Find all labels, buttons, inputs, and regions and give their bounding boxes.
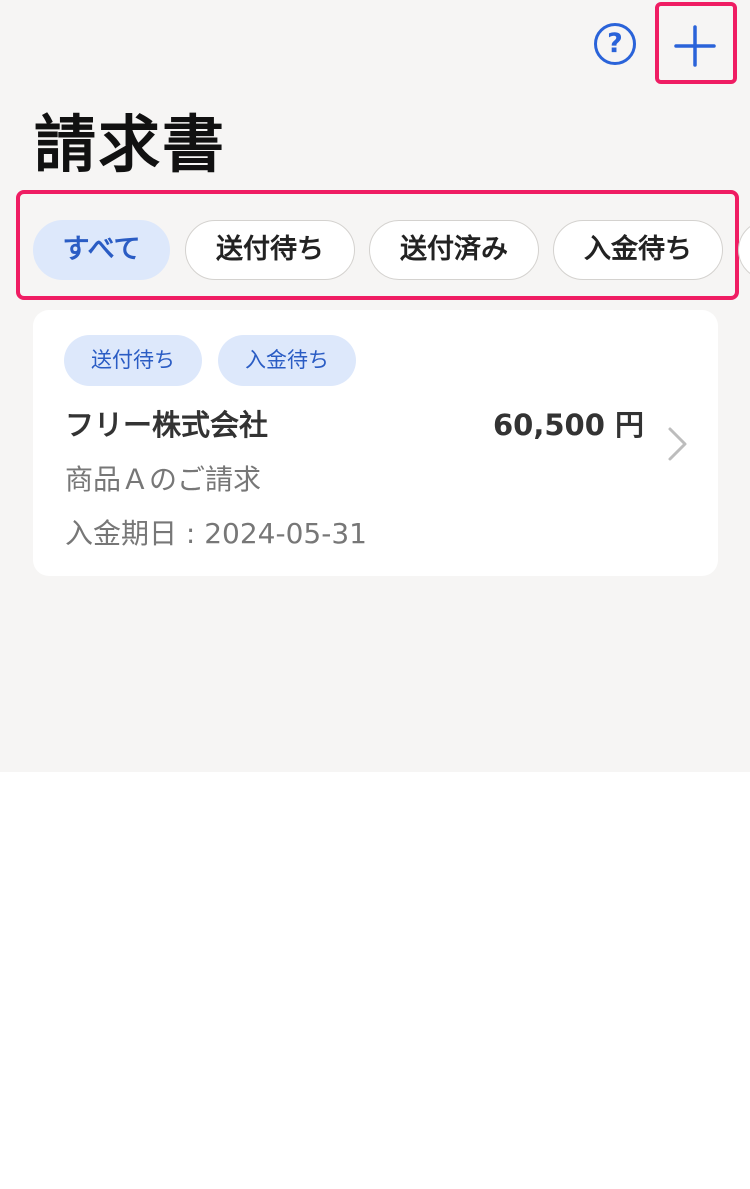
invoice-due-date: 入金期日 : 2024-05-31: [65, 517, 367, 550]
company-name: フリー株式会社: [65, 408, 269, 442]
filter-chip-sent[interactable]: 送付済み: [369, 220, 539, 280]
filter-chip-row[interactable]: すべて 送付待ち 送付済み 入金待ち: [0, 220, 750, 282]
page-title: 請求書: [34, 108, 227, 181]
invoice-subject: 商品Ａのご請求: [65, 463, 262, 496]
add-invoice-button[interactable]: [673, 24, 717, 68]
plus-icon: [674, 25, 716, 67]
chevron-right-icon: [668, 427, 687, 461]
filter-chip-waiting-send[interactable]: 送付待ち: [185, 220, 355, 280]
question-circle-icon: ?: [607, 28, 623, 59]
invoice-screen: ? 請求書 すべて 送付待ち 送付済み 入金待ち 送付待ち 入金待ち フリー株式…: [0, 0, 750, 772]
status-badge: 入金待ち: [218, 335, 356, 386]
invoice-card[interactable]: 送付待ち 入金待ち フリー株式会社 60,500 円 商品Ａのご請求 入金期日 …: [33, 310, 718, 576]
invoice-amount: 60,500 円: [492, 408, 644, 442]
filter-chip-more[interactable]: [738, 220, 750, 280]
filter-chip-waiting-payment[interactable]: 入金待ち: [553, 220, 723, 280]
filter-chip-all[interactable]: すべて: [33, 220, 170, 280]
help-button[interactable]: ?: [594, 23, 636, 65]
status-badge: 送付待ち: [64, 335, 202, 386]
